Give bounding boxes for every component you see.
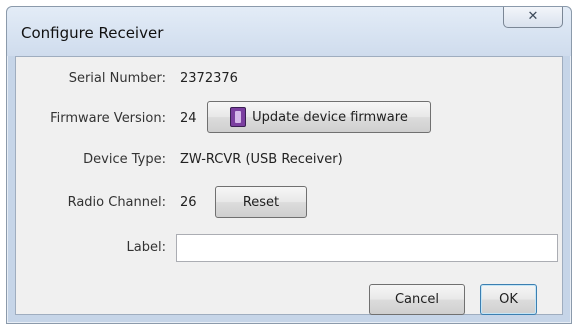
serial-number-label: Serial Number:: [68, 71, 166, 86]
reset-button-label: Reset: [242, 194, 280, 210]
ok-button[interactable]: OK: [480, 284, 537, 315]
cancel-button-label: Cancel: [394, 292, 440, 307]
firmware-version-value: 24: [180, 111, 197, 126]
update-firmware-label: Update device firmware: [252, 109, 408, 125]
label-input[interactable]: [176, 234, 558, 262]
radio-channel-value: 26: [180, 195, 197, 210]
firmware-chip-icon: [230, 107, 247, 127]
label-field-label: Label:: [126, 240, 166, 255]
configure-receiver-dialog: Configure Receiver ✕ Serial Number: 2372…: [6, 6, 572, 324]
reset-channel-button[interactable]: Reset: [215, 186, 307, 218]
radio-channel-label: Radio Channel:: [67, 195, 166, 210]
serial-number-value: 2372376: [180, 71, 238, 86]
device-type-label: Device Type:: [83, 152, 166, 167]
ok-button-label: OK: [499, 292, 518, 307]
close-icon: ✕: [527, 9, 539, 24]
firmware-version-label: Firmware Version:: [50, 111, 166, 126]
update-firmware-button[interactable]: Update device firmware: [207, 101, 431, 133]
close-button[interactable]: ✕: [503, 7, 563, 28]
title-bar[interactable]: Configure Receiver ✕: [7, 7, 571, 56]
dialog-body: Serial Number: 2372376 Firmware Version:…: [15, 56, 563, 315]
window-title: Configure Receiver: [21, 24, 164, 42]
device-type-value: ZW-RCVR (USB Receiver): [180, 152, 343, 167]
cancel-button[interactable]: Cancel: [369, 284, 465, 315]
